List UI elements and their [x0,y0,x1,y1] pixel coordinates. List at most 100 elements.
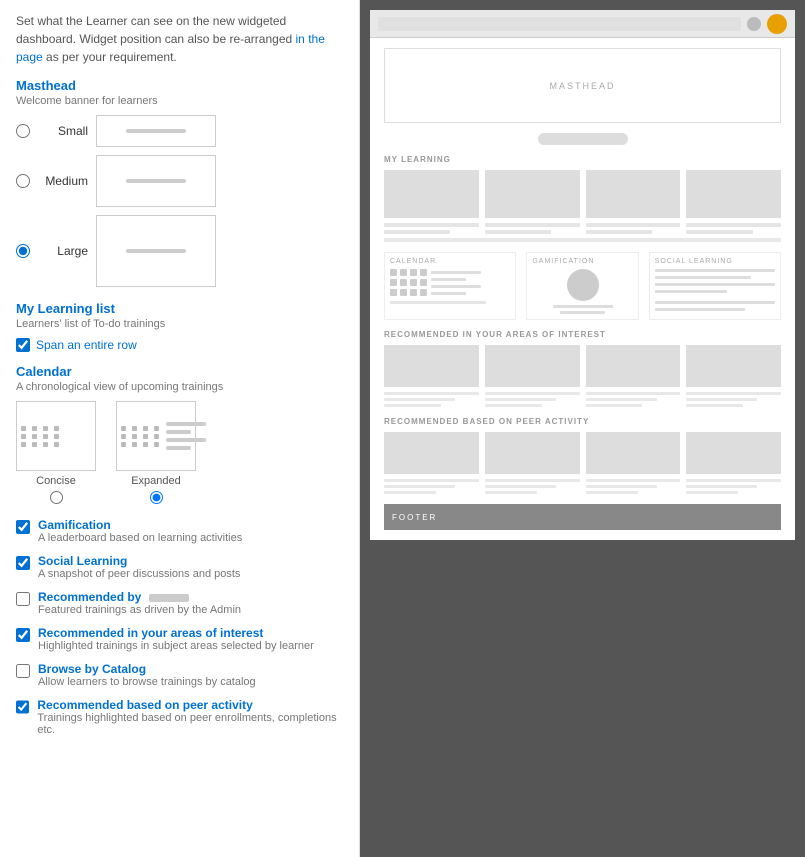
peer-activity-item: Recommended based on peer activity Train… [16,698,343,736]
preview-medium [96,155,216,207]
social-desc: A snapshot of peer discussions and posts [38,568,240,580]
line [586,230,652,234]
dot [32,426,37,431]
preview-large [96,215,216,287]
dot [54,434,59,439]
browse-catalog-desc: Allow learners to browse trainings by ca… [38,676,256,688]
recommended-interest-preview-label: RECOMMENDED IN YOUR AREAS OF INTEREST [384,330,781,339]
calendar-concise[interactable]: Concise [16,401,96,504]
radio-large[interactable]: Large [16,215,343,287]
radio-medium-input[interactable] [16,174,30,188]
size-radio-group: Small Medium Large [16,115,343,287]
dot [143,426,148,431]
span-checkbox[interactable] [16,338,30,352]
dot [32,434,37,439]
recommended-by-item: Recommended by Featured trainings as dri… [16,590,343,616]
line [431,278,466,281]
card [686,432,781,474]
card [485,345,580,387]
social-item: Social Learning A snapshot of peer discu… [16,554,343,580]
dot [43,442,48,447]
cal-text-lines [431,269,481,296]
gamification-desc: A leaderboard based on learning activiti… [38,532,242,544]
dot [121,426,126,431]
masthead-preview-label: MASTHEAD [549,81,615,91]
line [431,271,481,274]
cal-line [166,422,206,426]
widgets-row: CALENDAR [384,252,781,320]
dot [32,442,37,447]
my-learning-desc: Learners' list of To-do trainings [16,318,343,330]
gamification-checkbox[interactable] [16,520,30,534]
cal-dot [390,269,397,276]
radio-medium[interactable]: Medium [16,155,343,207]
dot [143,442,148,447]
cal-dot [410,279,417,286]
dot [132,442,137,447]
cal-dot [410,289,417,296]
peer-cards [384,432,781,474]
radio-small-input[interactable] [16,124,30,138]
calendar-expanded[interactable]: Expanded [116,401,196,504]
dot [132,434,137,439]
radio-large-input[interactable] [16,244,30,258]
checkbox-list: Gamification A leaderboard based on lear… [16,518,343,736]
cal-bottom-line [390,301,486,304]
radio-small[interactable]: Small [16,115,343,147]
gamification-circle [567,269,599,301]
line [655,301,775,304]
gamification-item: Gamification A leaderboard based on lear… [16,518,343,544]
card [384,170,479,218]
preview-medium-line [126,179,186,183]
settings-panel: Set what the Learner can see on the new … [0,0,360,857]
gamification-widget: GAMIFICATION [526,252,638,320]
concise-label: Concise [36,475,76,487]
dot [21,442,26,447]
recommended-by-desc: Featured trainings as driven by the Admi… [38,604,241,616]
line [686,491,738,494]
browser-bar [370,10,795,38]
cal-dot [410,269,417,276]
card [485,170,580,218]
recommended-interest-item: Recommended in your areas of interest Hi… [16,626,343,652]
card [485,432,580,474]
card [586,170,681,218]
calendar-desc: A chronological view of upcoming trainin… [16,381,343,393]
cal-dots-grid [390,269,427,296]
line [560,311,605,314]
browser-icon-avatar [767,14,787,34]
line [431,292,466,295]
interest-lines [384,392,781,407]
line [384,398,455,401]
line [586,398,657,401]
calendar-concise-radio[interactable] [50,491,63,504]
intro-link[interactable]: in the page [16,32,325,64]
line [586,392,681,395]
line [485,485,556,488]
my-learning-title: My Learning list [16,301,343,316]
line [586,223,681,227]
line [686,230,752,234]
gamification-label: Gamification [38,518,242,532]
social-text: Social Learning A snapshot of peer discu… [38,554,240,580]
social-widget: SOCIAL LEARNING [649,252,781,320]
calendar-expanded-radio[interactable] [150,491,163,504]
social-label: Social Learning [38,554,240,568]
peer-activity-checkbox[interactable] [16,700,29,714]
card [686,170,781,218]
line [553,305,613,308]
cal-dot [390,289,397,296]
gamification-text: Gamification A leaderboard based on lear… [38,518,242,544]
peer-activity-label: Recommended based on peer activity [37,698,343,712]
recommended-interest-checkbox[interactable] [16,628,30,642]
preview-large-line [126,249,186,253]
expanded-dots [121,426,162,447]
browse-catalog-checkbox[interactable] [16,664,30,678]
my-learning-preview-label: MY LEARNING [384,155,781,164]
recommended-by-checkbox[interactable] [16,592,30,606]
social-widget-label: SOCIAL LEARNING [655,258,775,265]
search-bar-preview [538,133,628,145]
social-checkbox[interactable] [16,556,30,570]
footer-preview: FOOTER [384,504,781,530]
span-label[interactable]: Span an entire row [36,338,137,352]
